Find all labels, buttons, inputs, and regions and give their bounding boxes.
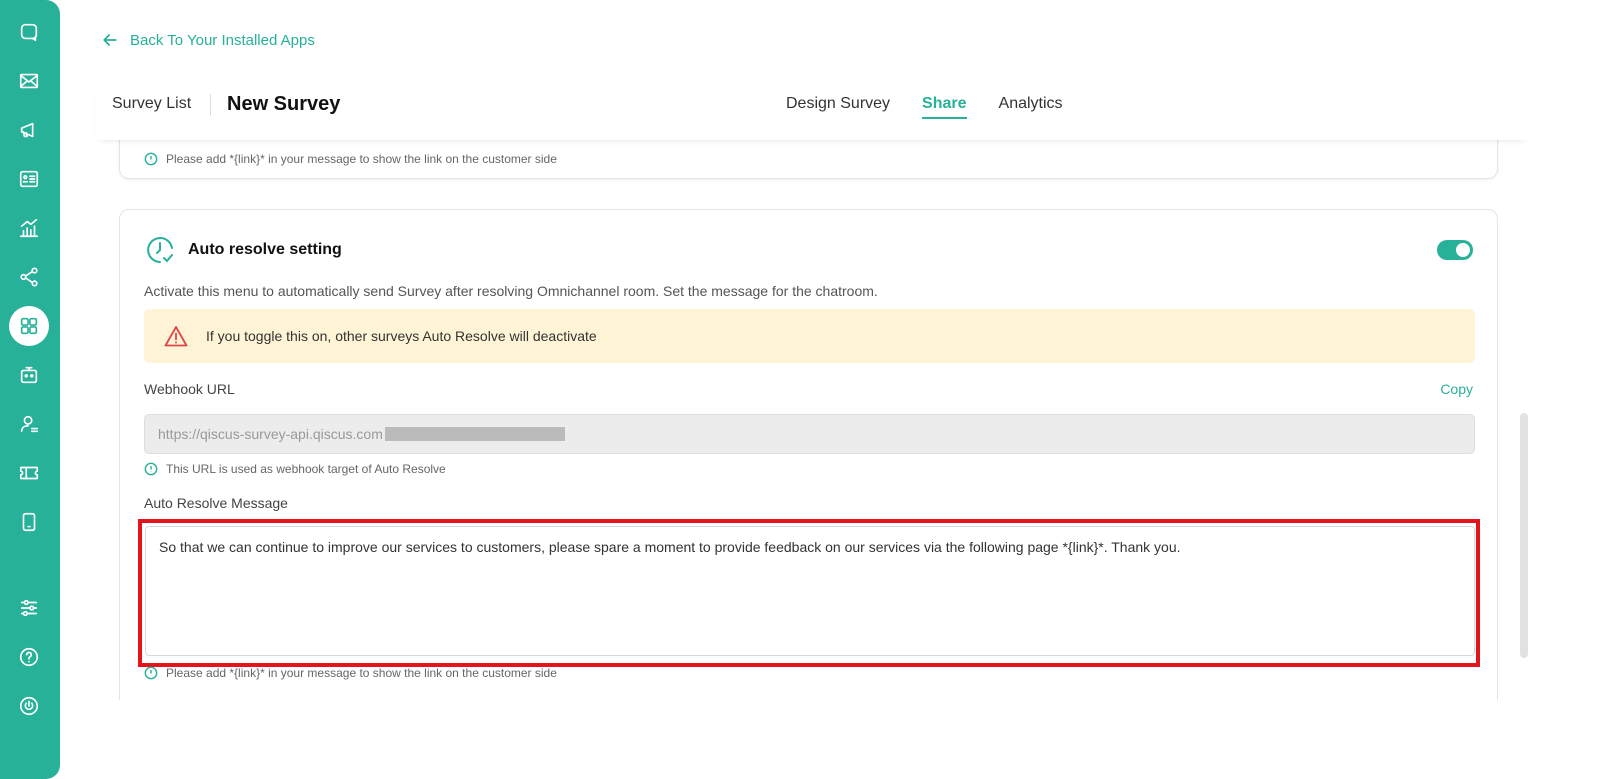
survey-header: Survey List New Survey Design Survey Sha…	[96, 80, 1529, 140]
clock-check-icon	[147, 237, 173, 263]
auto-resolve-card: Auto resolve setting Activate this menu …	[119, 209, 1498, 700]
webhook-hint-text: This URL is used as webhook target of Au…	[166, 462, 446, 476]
analytics-icon[interactable]	[8, 208, 50, 248]
agent-icon[interactable]	[8, 404, 50, 444]
mail-icon[interactable]	[8, 61, 50, 101]
auto-resolve-message-textarea[interactable]: So that we can continue to improve our s…	[145, 526, 1475, 656]
tab-analytics[interactable]: Analytics	[999, 95, 1063, 119]
scrollbar[interactable]	[1520, 413, 1528, 658]
copy-webhook-button[interactable]: Copy	[1440, 381, 1473, 397]
contact-card-icon[interactable]	[8, 159, 50, 199]
info-icon	[144, 462, 158, 476]
help-icon[interactable]	[8, 637, 50, 677]
mobile-icon[interactable]	[8, 502, 50, 542]
ticket-icon[interactable]	[8, 453, 50, 493]
chat-icon[interactable]	[8, 12, 50, 52]
warning-banner: If you toggle this on, other surveys Aut…	[144, 309, 1475, 363]
previous-settings-card: Please add *{link}* in your message to s…	[119, 140, 1498, 179]
apps-icon[interactable]	[9, 306, 49, 346]
webhook-hint: This URL is used as webhook target of Au…	[144, 462, 446, 476]
auto-resolve-message-label: Auto Resolve Message	[144, 495, 288, 511]
auto-resolve-toggle[interactable]	[1437, 240, 1473, 260]
warning-text: If you toggle this on, other surveys Aut…	[206, 328, 597, 344]
info-icon	[144, 666, 158, 680]
breadcrumb-divider	[210, 94, 211, 116]
integration-icon[interactable]	[8, 257, 50, 297]
message-hint: Please add *{link}* in your message to s…	[144, 666, 557, 680]
megaphone-icon[interactable]	[8, 110, 50, 150]
tab-design-survey[interactable]: Design Survey	[786, 95, 890, 119]
message-hint-text: Please add *{link}* in your message to s…	[166, 666, 557, 680]
tab-share[interactable]: Share	[922, 95, 967, 119]
auto-resolve-header: Auto resolve setting	[144, 234, 342, 266]
redacted-block	[384, 427, 565, 441]
auto-resolve-title: Auto resolve setting	[188, 241, 342, 258]
back-link-label: Back To Your Installed Apps	[130, 31, 315, 49]
breadcrumb-survey-list[interactable]: Survey List	[112, 95, 191, 113]
webhook-url-value: https://qiscus-survey-api.qiscus.com	[158, 426, 383, 442]
auto-resolve-description: Activate this menu to automatically send…	[144, 283, 878, 299]
arrow-left-icon	[103, 34, 117, 46]
top-card-hint: Please add *{link}* in your message to s…	[144, 152, 557, 166]
survey-tabs: Design Survey Share Analytics	[786, 95, 1063, 119]
bot-icon[interactable]	[8, 355, 50, 395]
webhook-url-field[interactable]: https://qiscus-survey-api.qiscus.com	[144, 414, 1475, 454]
sidebar	[0, 0, 60, 779]
settings-icon[interactable]	[8, 588, 50, 628]
highlight-box: So that we can continue to improve our s…	[138, 519, 1480, 667]
power-icon[interactable]	[8, 686, 50, 726]
webhook-url-label: Webhook URL	[144, 381, 235, 397]
back-to-installed-apps-link[interactable]: Back To Your Installed Apps	[100, 30, 315, 50]
warning-triangle-icon	[164, 326, 188, 347]
share-content: Please add *{link}* in your message to s…	[96, 140, 1529, 700]
top-card-hint-text: Please add *{link}* in your message to s…	[166, 152, 557, 166]
info-icon	[144, 152, 158, 166]
page-title: New Survey	[227, 93, 341, 115]
